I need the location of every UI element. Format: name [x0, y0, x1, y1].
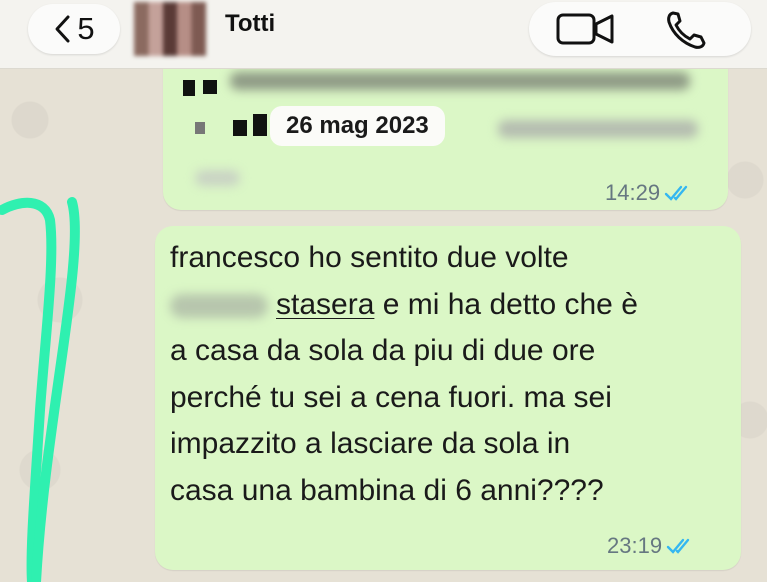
read-receipt-icon: [664, 185, 688, 201]
read-receipt-icon: [666, 538, 690, 554]
message-line-rest: e mi ha detto che è: [374, 287, 638, 321]
message-time-text: 14:29: [605, 180, 661, 205]
blurred-text: [195, 170, 240, 186]
blurred-text: [230, 72, 690, 90]
message-time: 14:29: [605, 180, 694, 206]
redaction-block: [253, 114, 267, 136]
message-line: impazzito a lasciare da sola in: [170, 427, 571, 460]
call-actions: [529, 2, 751, 56]
chevron-left-icon: [55, 15, 70, 43]
redaction-block: [233, 120, 247, 136]
message-time: 23:19: [607, 533, 696, 559]
blurred-text: [498, 120, 698, 138]
date-label: 26 mag 2023: [270, 106, 445, 146]
message-line: casa una bambina di 6 anni????: [170, 473, 604, 507]
phone-call-icon[interactable]: [665, 10, 709, 50]
message-line: stasera e mi ha detto che è: [170, 282, 730, 329]
contact-name[interactable]: Totti: [225, 10, 275, 38]
back-button[interactable]: 5: [28, 4, 120, 54]
video-call-icon[interactable]: [556, 12, 616, 46]
message-line: francesco ho sentito due volte: [170, 241, 569, 274]
message-link-word[interactable]: stasera: [276, 288, 374, 321]
avatar[interactable]: [134, 2, 206, 56]
redaction-block: [195, 122, 205, 134]
redaction-block: [203, 80, 217, 94]
message-text: francesco ho sentito due volte stasera e…: [170, 235, 730, 514]
message-line: a casa da sola da piu di due ore: [170, 334, 596, 367]
annotation-stroke: [0, 197, 80, 582]
redaction-block: [183, 80, 195, 96]
unread-count: 5: [77, 11, 95, 46]
blurred-name: [170, 293, 268, 318]
message-time-text: 23:19: [607, 533, 663, 558]
chat-header: 5 Totti: [0, 0, 767, 69]
message-line: perché tu sei a cena fuori. ma sei: [170, 380, 612, 414]
